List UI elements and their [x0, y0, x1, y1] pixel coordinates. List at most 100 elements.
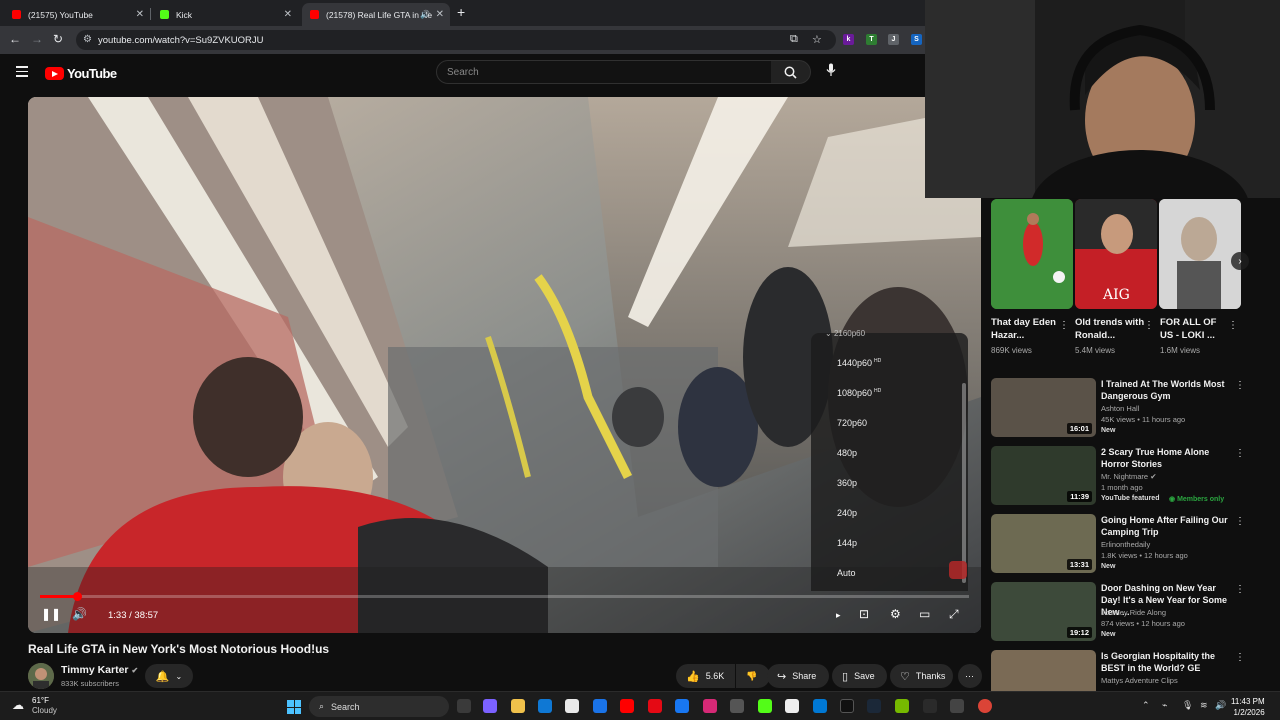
more-options-icon[interactable]: ⋮: [1235, 516, 1245, 527]
short-thumbnail[interactable]: [991, 199, 1073, 309]
short-thumbnail[interactable]: AIG: [1075, 199, 1157, 309]
netflix-icon[interactable]: [648, 699, 662, 713]
video-thumbnail[interactable]: 13:31: [991, 514, 1096, 573]
quality-option-720p60[interactable]: 720p60: [837, 418, 867, 428]
app-icon[interactable]: [813, 699, 827, 713]
search-button[interactable]: [771, 60, 811, 84]
video-thumbnail[interactable]: [991, 650, 1096, 691]
search-input[interactable]: Search: [436, 60, 772, 84]
microphone-tray-icon[interactable]: 🎙: [1182, 700, 1193, 711]
more-options-icon[interactable]: ⋮: [1235, 584, 1245, 595]
windows-start-icon[interactable]: [287, 700, 301, 714]
recommended-video[interactable]: 11:39 2 Scary True Home Alone Horror Sto…: [991, 446, 1261, 508]
save-button[interactable]: ▯ Save: [832, 664, 887, 688]
taskbar-clock[interactable]: 11:43 PM 1/2/2026: [1231, 696, 1265, 718]
quality-option-360p[interactable]: 360p: [837, 478, 857, 488]
video-thumbnail[interactable]: 19:12: [991, 582, 1096, 641]
video-thumbnail[interactable]: 11:39: [991, 446, 1096, 505]
tiktok-icon[interactable]: [840, 699, 854, 713]
video-title[interactable]: I Trained At The Worlds Most Dangerous G…: [1101, 378, 1231, 402]
youtube-app-icon[interactable]: [620, 699, 634, 713]
copilot-icon[interactable]: [483, 699, 497, 713]
channel-name[interactable]: Ashton Hall: [1101, 404, 1139, 413]
address-bar[interactable]: ⚙ youtube.com/watch?v=Su9ZVKUORJU: [76, 30, 836, 50]
quality-option-480p[interactable]: 480p: [837, 448, 857, 458]
like-button[interactable]: 👍 5.6K: [676, 664, 735, 688]
epic-games-icon[interactable]: [923, 699, 937, 713]
extension-s-icon[interactable]: S: [911, 34, 922, 45]
progress-scrubber[interactable]: [73, 592, 82, 601]
extension-k-icon[interactable]: k: [843, 34, 854, 45]
bookmark-star-icon[interactable]: ☆: [812, 33, 822, 46]
audio-playing-icon[interactable]: 🔊: [420, 10, 430, 19]
instagram-icon[interactable]: [703, 699, 717, 713]
quality-option-240p[interactable]: 240p: [837, 508, 857, 518]
thanks-button[interactable]: ♡ Thanks: [890, 664, 953, 688]
nvidia-icon[interactable]: [895, 699, 909, 713]
channel-watermark-icon[interactable]: [949, 561, 967, 579]
video-title[interactable]: 2 Scary True Home Alone Horror Stories: [1101, 446, 1231, 470]
close-tab-icon[interactable]: ✕: [436, 9, 444, 20]
short-title[interactable]: That day Eden Hazar...: [991, 316, 1061, 342]
volume-tray-icon[interactable]: 🔊: [1215, 700, 1226, 711]
quality-option-1440p60[interactable]: 1440p60 HD: [837, 358, 881, 368]
tab-youtube[interactable]: (21575) YouTube ✕: [4, 3, 150, 26]
tray-overflow-icon[interactable]: ⌃: [1142, 700, 1150, 711]
store-icon[interactable]: [565, 699, 579, 713]
video-title[interactable]: Is Georgian Hospitality the BEST in the …: [1101, 650, 1231, 674]
quality-option-1080p60[interactable]: 1080p60 HD: [837, 388, 881, 398]
theater-mode-icon[interactable]: ▭: [919, 607, 930, 621]
youtube-logo[interactable]: YouTube: [45, 66, 117, 81]
quality-option-auto[interactable]: Auto: [837, 568, 856, 578]
channel-name[interactable]: Journey Ride Along: [1101, 608, 1166, 617]
recommended-video[interactable]: Is Georgian Hospitality the BEST in the …: [991, 650, 1261, 691]
install-app-icon[interactable]: ⧉: [790, 33, 798, 46]
more-options-icon[interactable]: ⋮: [1144, 320, 1154, 331]
close-tab-icon[interactable]: ✕: [136, 9, 144, 20]
video-title[interactable]: Going Home After Failing Our Camping Tri…: [1101, 514, 1231, 538]
quality-option-partial[interactable]: ⌄ 2160p60: [825, 329, 865, 338]
voice-search-button[interactable]: [826, 63, 836, 80]
short-thumbnail[interactable]: [1159, 199, 1241, 309]
edge-icon[interactable]: [538, 699, 552, 713]
network-icon[interactable]: ⌁: [1162, 700, 1167, 711]
back-icon[interactable]: ←: [9, 32, 21, 46]
shorts-next-button[interactable]: ›: [1231, 252, 1249, 270]
steam-icon[interactable]: [867, 699, 881, 713]
more-options-icon[interactable]: ⋮: [1228, 320, 1238, 331]
file-explorer-icon[interactable]: [511, 699, 525, 713]
amazon-icon[interactable]: [785, 699, 799, 713]
pause-icon[interactable]: ❚❚: [41, 607, 61, 621]
facebook-icon[interactable]: [675, 699, 689, 713]
more-options-icon[interactable]: ⋮: [1235, 652, 1245, 663]
channel-avatar[interactable]: [28, 663, 54, 689]
taskbar-search[interactable]: ⌕ Search: [309, 696, 449, 717]
autoplay-toggle-icon[interactable]: ▸: [836, 610, 841, 621]
menu-hamburger-icon[interactable]: [16, 66, 28, 77]
video-player[interactable]: ⌄ 2160p60 1440p60 HD 1080p60 HD 720p60 480…: [28, 97, 981, 633]
kick-app-icon[interactable]: [758, 699, 772, 713]
quality-option-144p[interactable]: 144p: [837, 538, 857, 548]
site-info-icon[interactable]: ⚙: [83, 34, 92, 45]
volume-icon[interactable]: 🔊: [72, 607, 87, 621]
quality-menu-scrollbar[interactable]: [962, 383, 966, 583]
recommended-video[interactable]: 16:01 I Trained At The Worlds Most Dange…: [991, 378, 1261, 440]
progress-bar[interactable]: [40, 592, 969, 601]
task-view-icon[interactable]: [457, 699, 471, 713]
new-tab-button[interactable]: +: [457, 4, 465, 20]
fullscreen-icon[interactable]: ⤢: [949, 607, 959, 622]
more-options-icon[interactable]: ⋮: [1235, 380, 1245, 391]
short-title[interactable]: Old trends with Ronald...: [1075, 316, 1145, 342]
short-title[interactable]: FOR ALL OF US - LOKI ...: [1160, 316, 1230, 342]
subtitles-icon[interactable]: ⊡: [859, 607, 869, 621]
forward-icon[interactable]: →: [31, 32, 43, 46]
mail-icon[interactable]: [593, 699, 607, 713]
channel-name[interactable]: Mr. Nightmare ✔: [1101, 472, 1157, 481]
tab-real-life-gta[interactable]: (21578) Real Life GTA in Ne 🔊 ✕: [302, 3, 450, 26]
close-tab-icon[interactable]: ✕: [284, 9, 292, 20]
extension-t-icon[interactable]: T: [866, 34, 877, 45]
wifi-icon[interactable]: ≋: [1200, 700, 1208, 711]
recommended-video[interactable]: 13:31 Going Home After Failing Our Campi…: [991, 514, 1261, 576]
extension-j-icon[interactable]: J: [888, 34, 899, 45]
channel-name[interactable]: Erlinonthedaily: [1101, 540, 1150, 549]
